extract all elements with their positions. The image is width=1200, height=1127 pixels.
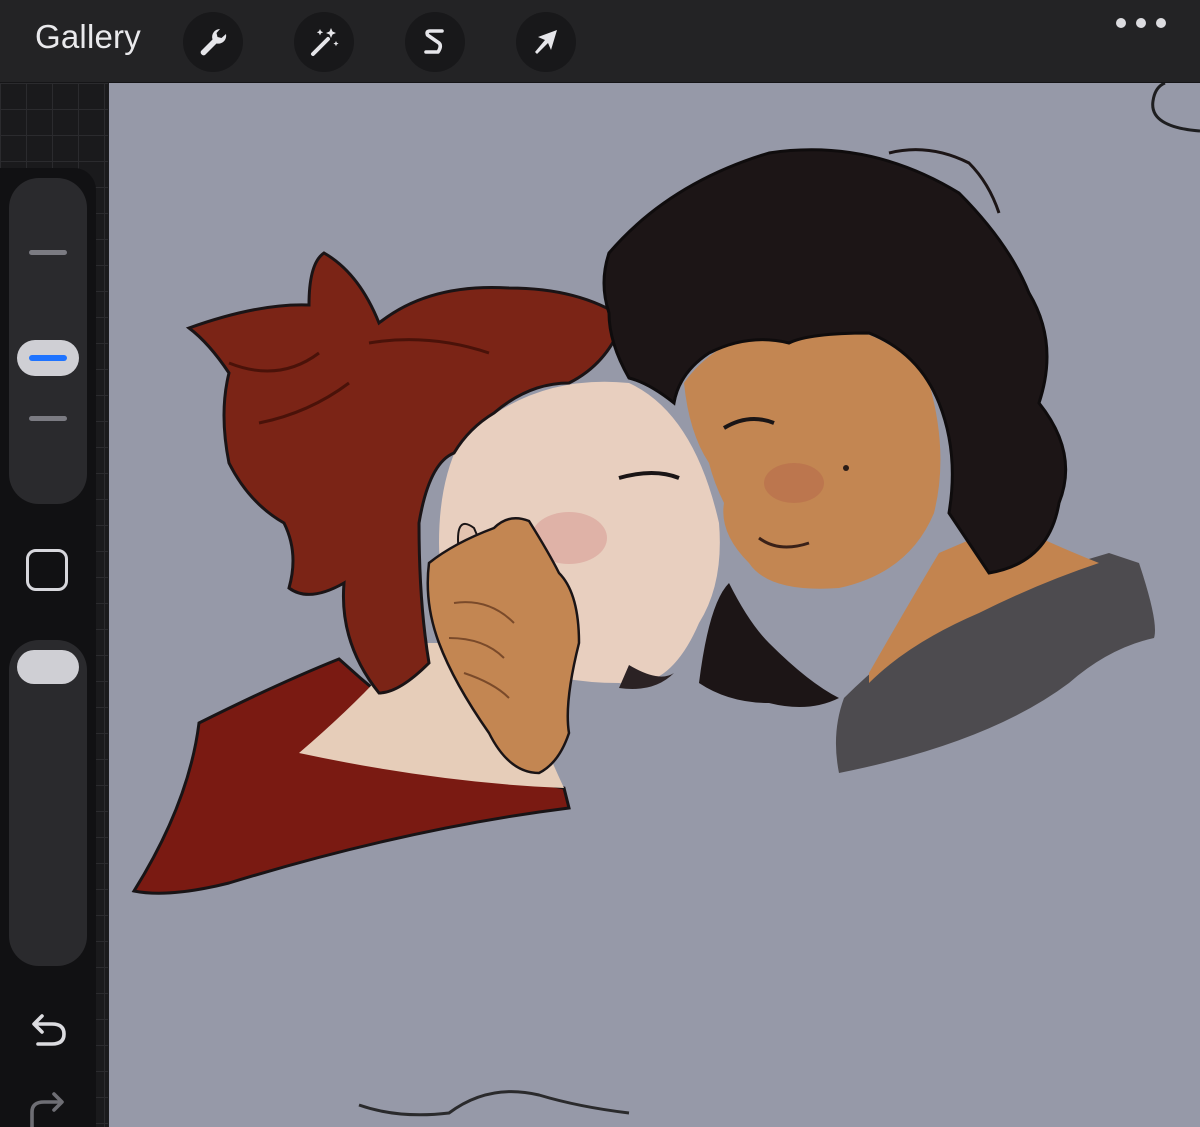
brush-size-thumb[interactable] bbox=[17, 340, 79, 376]
right-hair-lower bbox=[699, 583, 839, 707]
ellipsis-icon-dot bbox=[1156, 18, 1166, 28]
transform-button[interactable] bbox=[516, 12, 576, 72]
right-figure-blush bbox=[764, 463, 824, 503]
size-tick-top bbox=[29, 250, 67, 255]
drawing-canvas[interactable] bbox=[109, 83, 1200, 1127]
selection-button[interactable] bbox=[405, 12, 465, 72]
arrow-cursor-icon bbox=[535, 30, 557, 54]
actions-button[interactable] bbox=[183, 12, 243, 72]
sketch-line-bottom bbox=[358, 1090, 630, 1117]
adjustments-button[interactable] bbox=[294, 12, 354, 72]
right-figure-face bbox=[684, 323, 941, 589]
size-indicator bbox=[29, 355, 67, 361]
undo-icon bbox=[32, 1014, 66, 1046]
right-figure-mole bbox=[843, 465, 849, 471]
artwork-illustration bbox=[131, 83, 1200, 1117]
undo-button[interactable] bbox=[24, 1008, 72, 1052]
opacity-thumb[interactable] bbox=[17, 650, 79, 684]
modify-square-button[interactable] bbox=[26, 549, 68, 591]
magic-wand-icon bbox=[311, 28, 339, 56]
ellipsis-icon-dot bbox=[1136, 18, 1146, 28]
gallery-button[interactable]: Gallery bbox=[35, 18, 141, 56]
redo-button[interactable] bbox=[24, 1086, 72, 1127]
procreate-app: Gallery bbox=[0, 0, 1200, 1127]
top-toolbar: Gallery bbox=[0, 0, 1200, 83]
sketch-line-top-right bbox=[1151, 83, 1200, 133]
wrench-icon bbox=[200, 28, 227, 56]
opacity-slider[interactable] bbox=[9, 640, 87, 966]
more-options-button[interactable] bbox=[1116, 14, 1166, 32]
size-tick-bottom bbox=[29, 416, 67, 421]
redo-icon bbox=[30, 1092, 64, 1127]
selection-s-icon bbox=[424, 29, 444, 54]
ellipsis-icon-dot bbox=[1116, 18, 1126, 28]
